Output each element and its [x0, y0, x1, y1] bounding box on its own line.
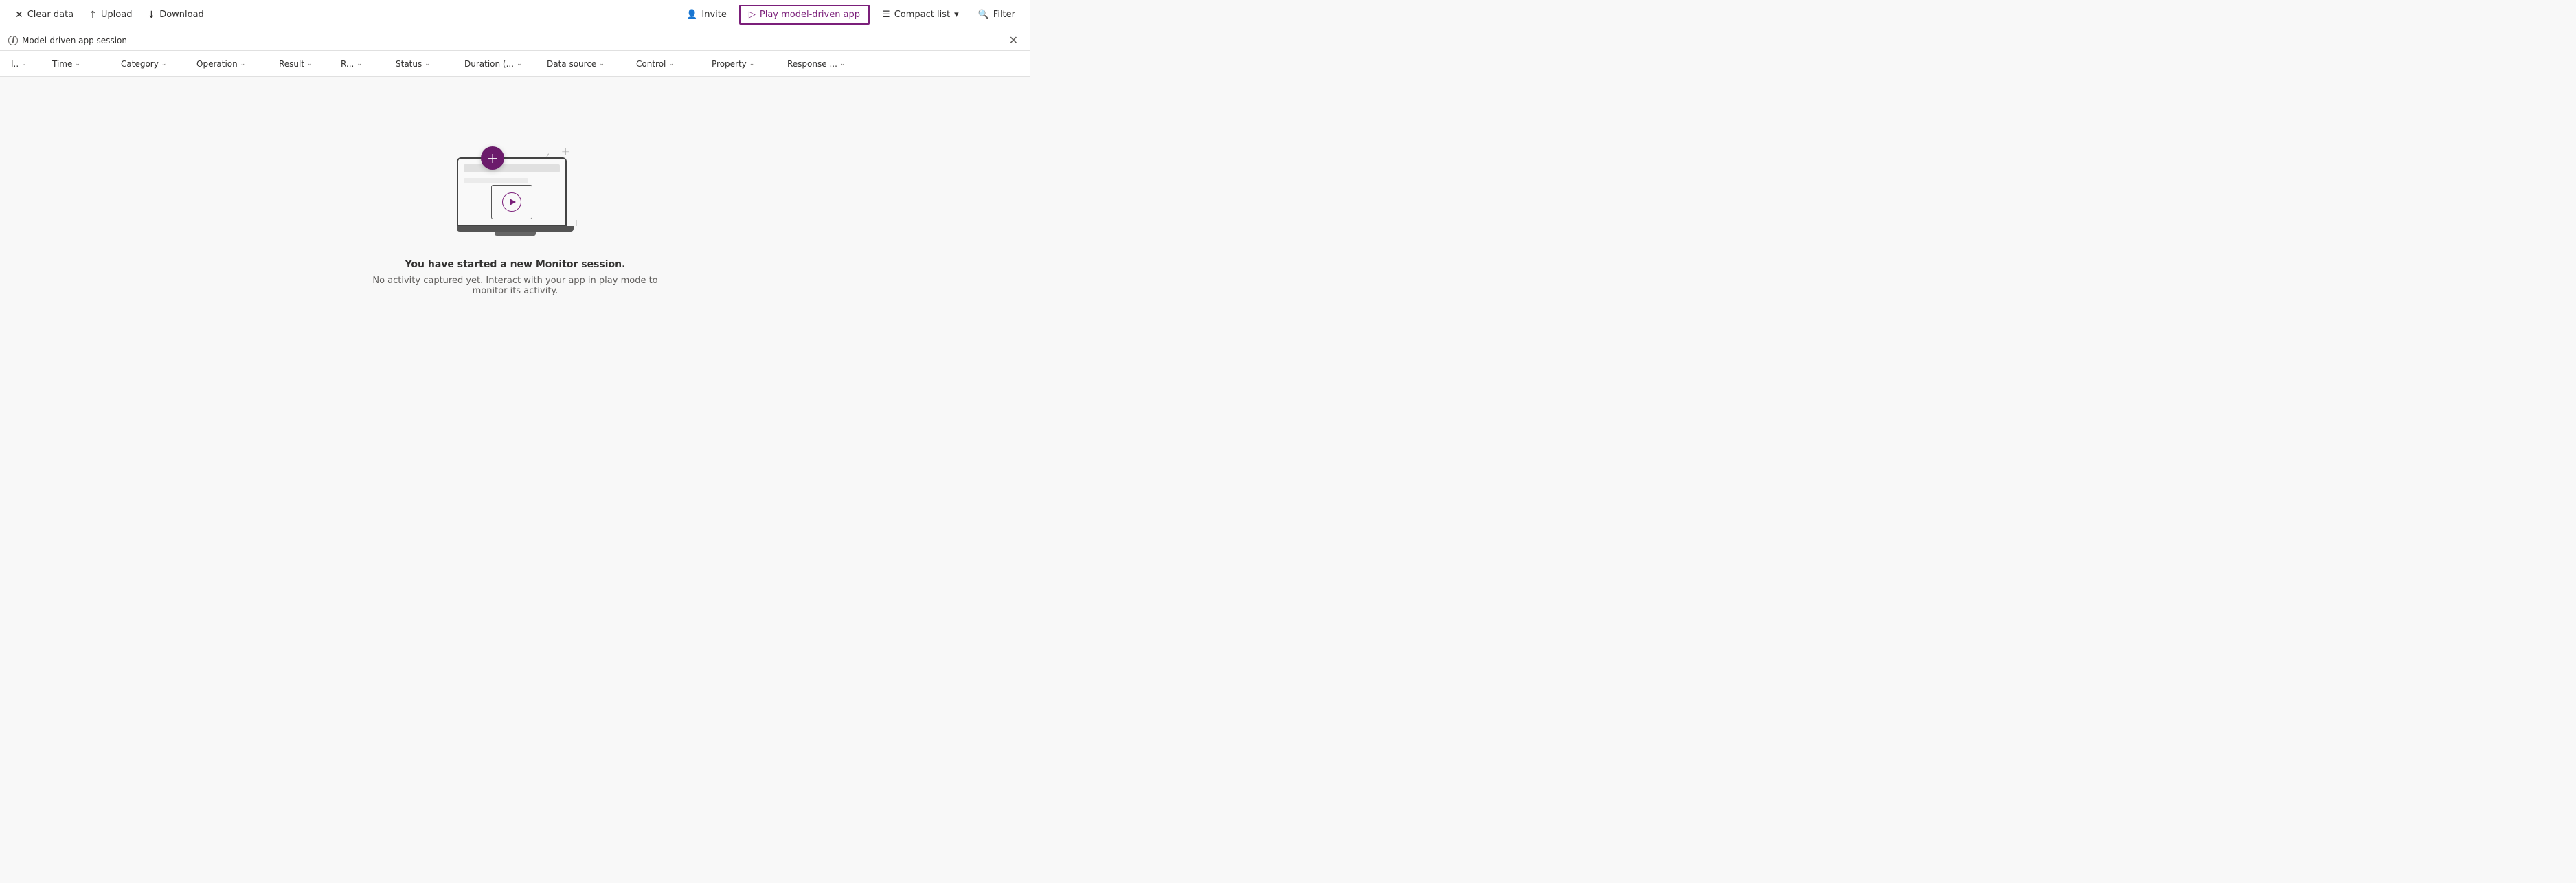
laptop-stand	[495, 232, 536, 236]
col-result-label: Result	[279, 59, 304, 69]
col-header-datasource[interactable]: Data source ⌄	[541, 51, 631, 76]
plus-badge: +	[481, 146, 504, 170]
download-icon: ↓	[147, 10, 155, 21]
col-result-chevron-icon: ⌄	[307, 60, 313, 67]
clear-data-label: Clear data	[27, 10, 74, 20]
compact-list-label: Compact list	[894, 10, 950, 20]
col-control-label: Control	[636, 59, 666, 69]
col-id-label: I..	[11, 59, 19, 69]
column-headers: I.. ⌄ Time ⌄ Category ⌄ Operation ⌄ Resu…	[0, 51, 1030, 77]
col-header-duration[interactable]: Duration (... ⌄	[459, 51, 541, 76]
col-duration-chevron-icon: ⌄	[517, 60, 522, 67]
invite-button[interactable]: 👤 Invite	[679, 5, 734, 24]
filter-label: Filter	[993, 10, 1015, 20]
clear-data-button[interactable]: ✕ Clear data	[8, 5, 80, 25]
session-label: Model-driven app session	[22, 36, 127, 45]
col-header-response[interactable]: Response ... ⌄	[782, 51, 871, 76]
download-label: Download	[159, 10, 204, 20]
play-icon: ▷	[749, 10, 756, 20]
invite-label: Invite	[701, 10, 726, 20]
person-icon: 👤	[686, 10, 697, 20]
col-header-result[interactable]: Result ⌄	[273, 51, 335, 76]
col-header-operation[interactable]: Operation ⌄	[191, 51, 273, 76]
empty-illustration: + | — + +	[440, 133, 591, 243]
col-operation-label: Operation	[196, 59, 238, 69]
col-header-time[interactable]: Time ⌄	[47, 51, 115, 76]
col-property-chevron-icon: ⌄	[749, 60, 755, 67]
laptop-screen	[457, 157, 567, 226]
upload-icon: ↑	[89, 10, 97, 21]
info-icon: i	[8, 36, 18, 45]
laptop-base	[457, 226, 574, 232]
play-circle	[502, 192, 521, 212]
clear-data-icon: ✕	[15, 10, 23, 21]
list-icon: ☰	[882, 10, 890, 20]
col-status-chevron-icon: ⌄	[425, 60, 430, 67]
col-id-chevron-icon: ⌄	[21, 60, 27, 67]
col-header-property[interactable]: Property ⌄	[706, 51, 782, 76]
upload-label: Upload	[101, 10, 133, 20]
empty-state-subtitle: No activity captured yet. Interact with …	[371, 276, 659, 296]
session-bar: i Model-driven app session ✕	[0, 30, 1030, 51]
compact-list-button[interactable]: ☰ Compact list ▾	[875, 5, 966, 24]
col-header-category[interactable]: Category ⌄	[115, 51, 191, 76]
col-header-r[interactable]: R... ⌄	[335, 51, 390, 76]
empty-state-title: You have started a new Monitor session.	[405, 259, 626, 270]
col-time-chevron-icon: ⌄	[75, 60, 80, 67]
laptop-play-area	[491, 185, 532, 219]
deco-plus-1: +	[561, 145, 570, 158]
toolbar-right: 👤 Invite ▷ Play model-driven app ☰ Compa…	[679, 5, 1022, 25]
col-control-chevron-icon: ⌄	[668, 60, 674, 67]
toolbar-left: ✕ Clear data ↑ Upload ↓ Download	[8, 5, 677, 25]
col-header-status[interactable]: Status ⌄	[390, 51, 459, 76]
session-close-button[interactable]: ✕	[1005, 32, 1022, 48]
col-response-chevron-icon: ⌄	[840, 60, 846, 67]
play-triangle-icon	[510, 199, 516, 205]
col-category-label: Category	[121, 59, 159, 69]
laptop-screen-bar2	[464, 178, 528, 183]
compact-list-chevron-icon: ▾	[954, 10, 959, 20]
download-button[interactable]: ↓ Download	[140, 5, 210, 25]
deco-plus-2: +	[572, 218, 580, 229]
empty-state: + | — + + You have started a new Monitor…	[0, 77, 1030, 338]
col-property-label: Property	[712, 59, 747, 69]
col-time-label: Time	[52, 59, 72, 69]
col-duration-label: Duration (...	[464, 59, 514, 69]
filter-icon: 🔍	[978, 10, 989, 20]
col-operation-chevron-icon: ⌄	[240, 60, 246, 67]
col-status-label: Status	[396, 59, 422, 69]
upload-button[interactable]: ↑ Upload	[82, 5, 139, 25]
col-header-control[interactable]: Control ⌄	[631, 51, 706, 76]
col-r-chevron-icon: ⌄	[357, 60, 362, 67]
play-model-driven-button[interactable]: ▷ Play model-driven app	[739, 5, 870, 25]
col-datasource-label: Data source	[547, 59, 596, 69]
laptop-illustration	[457, 157, 574, 236]
laptop-screen-bar1	[464, 164, 560, 172]
col-datasource-chevron-icon: ⌄	[599, 60, 605, 67]
filter-button[interactable]: 🔍 Filter	[971, 5, 1022, 24]
col-r-label: R...	[341, 59, 354, 69]
toolbar: ✕ Clear data ↑ Upload ↓ Download 👤 Invit…	[0, 0, 1030, 30]
col-header-id[interactable]: I.. ⌄	[5, 51, 47, 76]
play-model-driven-label: Play model-driven app	[760, 10, 860, 20]
col-response-label: Response ...	[787, 59, 837, 69]
col-category-chevron-icon: ⌄	[161, 60, 167, 67]
